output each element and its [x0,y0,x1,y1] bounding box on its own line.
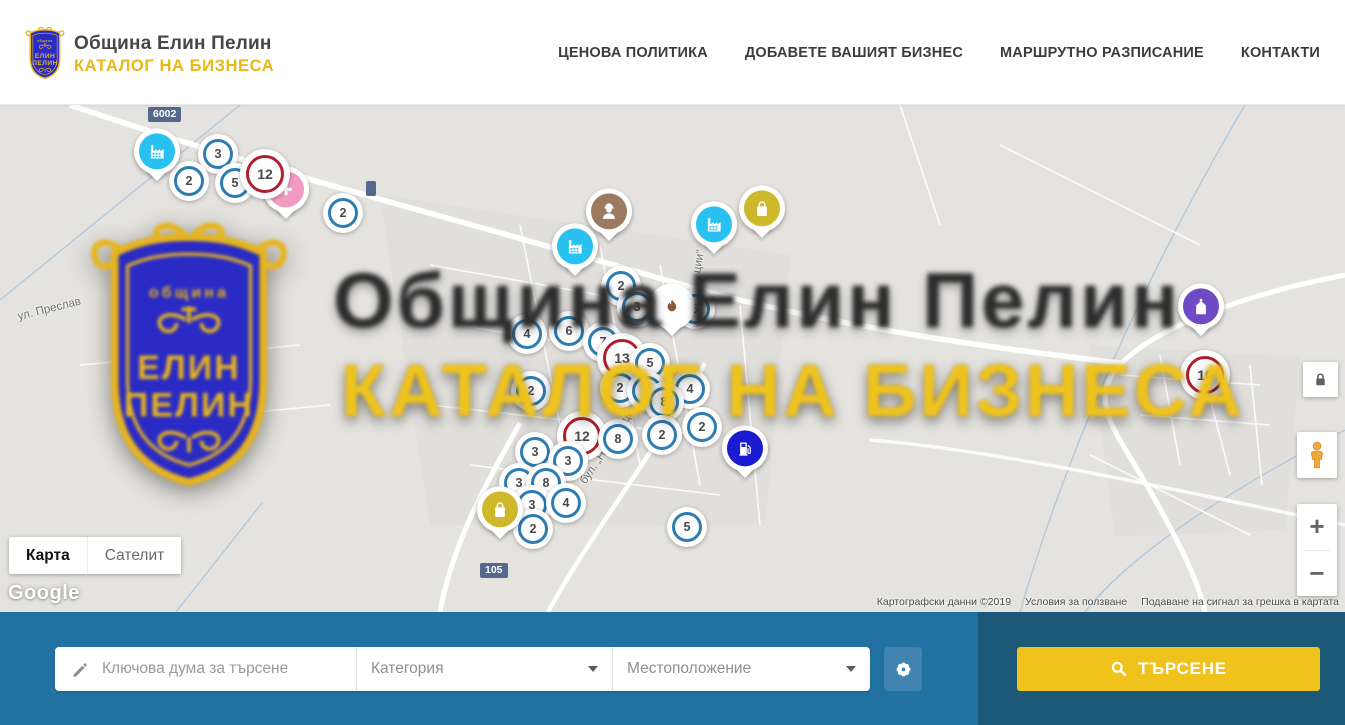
svg-text:ПЕЛИН: ПЕЛИН [32,60,58,67]
attribution-data-notice: Картографски данни ©2019 [877,596,1011,608]
cluster-marker-4[interactable]: 4 [507,314,547,354]
map-type-satellite-button[interactable]: Сателит [87,537,181,574]
keyword-search-input[interactable] [102,660,342,678]
road-badge: 105 [480,563,508,578]
site-title-line1: Община Елин Пелин [74,33,274,55]
zoom-control: + − [1297,504,1337,596]
engineer-pin-marker[interactable] [586,188,632,234]
zoom-in-button[interactable]: + [1297,504,1337,550]
chevron-down-icon [588,666,598,672]
category-select-label: Категория [371,660,580,678]
bag-pin-marker[interactable] [477,486,523,532]
map-type-control: Карта Сателит [9,537,181,574]
location-select[interactable]: Местоположение [612,647,870,691]
nav-item-1[interactable]: ДОБАВЕТЕ ВАШИЯТ БИЗНЕС [745,45,963,61]
report-error-link[interactable]: Подаване на сигнал за грешка в картата [1141,596,1339,608]
cluster-marker-12[interactable]: 12 [240,149,290,199]
svg-text:община: община [37,39,53,43]
svg-text:ЕЛИН: ЕЛИН [35,53,55,60]
factory-pin-marker[interactable] [691,201,737,247]
municipality-logo[interactable]: община ЕЛИН ПЕЛИН [22,25,68,82]
advanced-settings-button[interactable] [884,647,922,691]
flame-pin-marker[interactable] [649,283,695,329]
lock-control-button[interactable] [1303,362,1338,397]
cluster-marker-2[interactable]: 2 [682,407,722,447]
page: община ЕЛИН ПЕЛИН Община Елин Пелин КАТА… [0,0,1345,725]
main-nav: ЦЕНОВА ПОЛИТИКА ДОБАВЕТЕ ВАШИЯТ БИЗНЕС МАР… [558,0,1320,105]
site-title-line2: КАТАЛОГ НА БИЗНЕСА [74,57,274,76]
road-badge [366,181,376,196]
keyword-field [55,647,356,691]
map-attribution: Картографски данни ©2019 Условия за полз… [877,596,1339,608]
search-fields-group: Категория Местоположение [55,647,870,691]
chevron-down-icon [846,666,856,672]
fuel-pin-marker[interactable] [722,425,768,471]
cluster-marker-2[interactable]: 2 [642,415,682,455]
pencil-icon [71,660,90,679]
cluster-marker-8[interactable]: 8 [598,419,638,459]
zoom-out-button[interactable]: − [1297,551,1337,597]
nav-item-0[interactable]: ЦЕНОВА ПОЛИТИКА [558,45,708,61]
factory-pin-marker[interactable] [134,128,180,174]
cluster-marker-2[interactable]: 2 [511,371,551,411]
location-select-label: Местоположение [627,660,838,678]
lock-icon [1311,370,1330,389]
header: община ЕЛИН ПЕЛИН Община Елин Пелин КАТА… [0,0,1345,105]
cluster-marker-2[interactable]: 2 [323,193,363,233]
search-button[interactable]: ТЪРСЕНЕ [1017,647,1320,691]
google-logo: Google [8,582,80,605]
street-view-pegman-button[interactable] [1297,432,1337,478]
nav-item-3[interactable]: КОНТАКТИ [1241,45,1320,61]
site-title: Община Елин Пелин КАТАЛОГ НА БИЗНЕСА [74,33,274,76]
map-type-map-button[interactable]: Карта [9,537,87,574]
search-bar: Категория Местоположение [0,612,1345,725]
gear-icon [894,660,913,679]
church-pin-marker[interactable] [1178,283,1224,329]
map-canvas[interactable]: 6002105 ул. Преславбул. „Новоселци“ции“ … [0,105,1345,612]
search-button-label: ТЪРСЕНЕ [1138,659,1227,679]
cluster-marker-5[interactable]: 5 [667,507,707,547]
pegman-icon [1305,440,1329,470]
nav-item-2[interactable]: МАРШРУТНО РАЗПИСАНИЕ [1000,45,1204,61]
category-select[interactable]: Категория [356,647,612,691]
bag-pin-marker[interactable] [739,185,785,231]
road-badge: 6002 [148,107,181,122]
terms-link[interactable]: Условия за ползване [1025,596,1127,608]
cluster-marker-10[interactable]: 10 [1180,350,1230,400]
search-icon [1110,660,1128,678]
